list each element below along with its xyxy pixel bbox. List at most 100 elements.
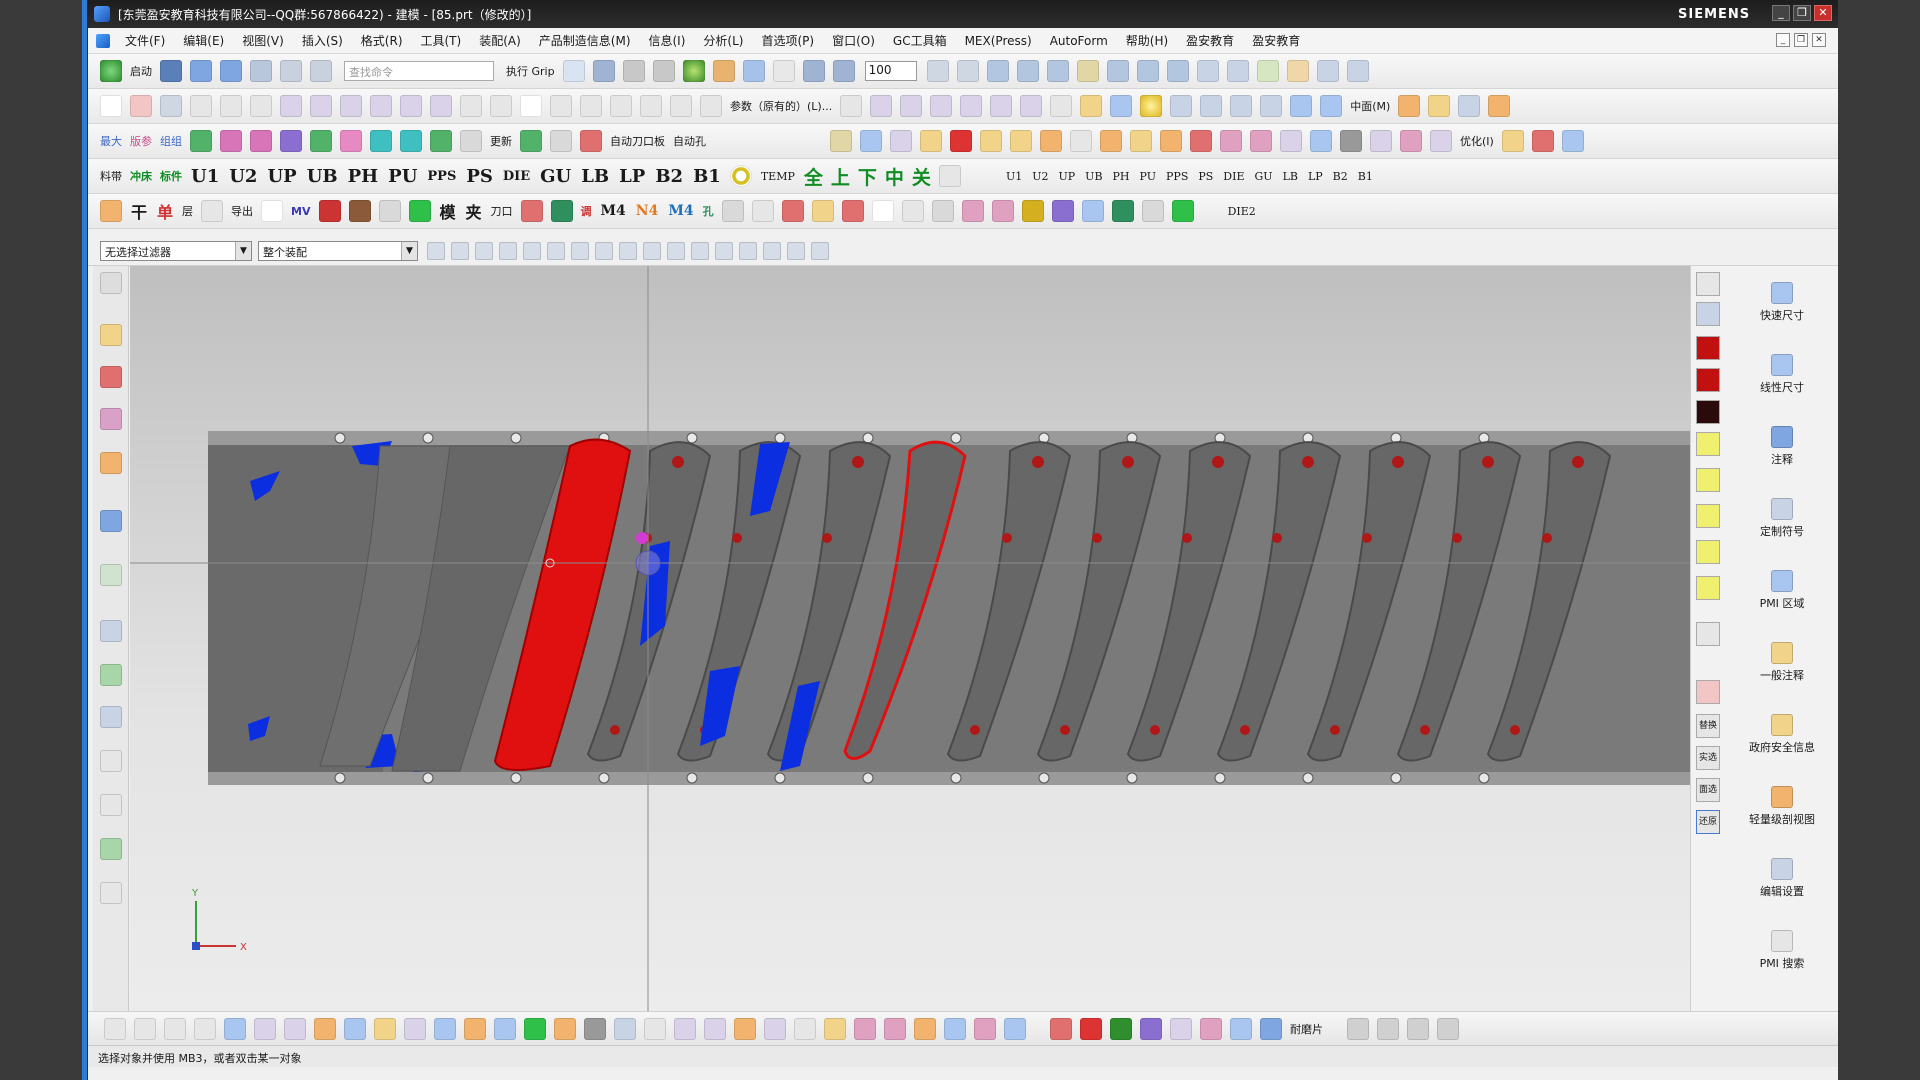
paste-icon[interactable] (310, 60, 332, 82)
close-button[interactable]: ✕ (1814, 5, 1832, 21)
die-icon-6[interactable] (340, 130, 362, 152)
menu-file[interactable]: 文件(F) (116, 32, 174, 49)
measure-icon[interactable] (986, 60, 1009, 82)
bottom-tool-icon-2[interactable] (704, 1017, 726, 1040)
small-lp-button[interactable]: LP (1308, 170, 1323, 183)
cone-icon[interactable] (1170, 95, 1193, 117)
bottom-comb-icon[interactable] (194, 1017, 216, 1040)
custom-symbol-item[interactable]: 定制符号 (1727, 498, 1837, 539)
box-icon[interactable] (1080, 95, 1103, 117)
bottom-tool-icon-17[interactable] (1230, 1017, 1252, 1040)
spring-icon[interactable] (1141, 200, 1164, 222)
menu-help[interactable]: 帮助(H) (1117, 32, 1177, 49)
cylinder-icon[interactable] (1110, 95, 1133, 117)
graphics-window[interactable]: X Y (130, 266, 1690, 1011)
process-icon[interactable] (1286, 60, 1309, 82)
show-middle-button[interactable]: 中 (885, 163, 904, 190)
shading-icon[interactable] (712, 60, 735, 82)
ruler-icon[interactable] (1226, 60, 1249, 82)
menu-edit[interactable]: 编辑(E) (174, 32, 233, 49)
fillet-icon[interactable] (580, 95, 602, 117)
transform-icon[interactable] (1076, 60, 1099, 82)
tool-icon-23[interactable] (1531, 130, 1554, 152)
spline-icon[interactable] (670, 95, 692, 117)
strip-red-icon-1[interactable] (1696, 336, 1720, 360)
tool-icon-9[interactable] (1070, 130, 1092, 152)
die-icon-13[interactable] (580, 130, 602, 152)
bottom-tool-icon-15[interactable] (1170, 1017, 1192, 1040)
menu-app-icon[interactable] (96, 33, 110, 48)
bottom-tool-icon-13[interactable] (1050, 1017, 1072, 1040)
plate-pps-button[interactable]: PPS (427, 169, 456, 184)
params-button[interactable]: 参数（原有的）(L)... (730, 98, 832, 114)
purple-tool-icon[interactable] (1051, 200, 1074, 222)
general-note-item[interactable]: 一般注释 (1727, 642, 1837, 683)
cut-plate-icon[interactable] (751, 200, 774, 222)
move-icon[interactable] (1046, 60, 1069, 82)
plate-ph-button[interactable]: PH (348, 166, 379, 187)
curve-icon[interactable] (640, 95, 662, 117)
tool-icon-6[interactable] (980, 130, 1002, 152)
bottom-tool-icon-18[interactable] (1260, 1017, 1282, 1040)
bottom-gray-icon-4[interactable] (1437, 1017, 1459, 1040)
palette-icon[interactable] (100, 882, 122, 904)
save-icon[interactable] (160, 60, 182, 82)
sheet-icon-3[interactable] (1458, 95, 1481, 117)
tool-icon-4[interactable] (920, 130, 942, 152)
history-icon[interactable] (100, 620, 122, 642)
tool-icon-15[interactable] (1250, 130, 1272, 152)
strip-gray-icon[interactable] (1696, 622, 1720, 646)
bottom-green-icon[interactable] (524, 1017, 546, 1040)
tool-icon-16[interactable] (1280, 130, 1302, 152)
bottom-gray-icon-3[interactable] (1407, 1017, 1429, 1040)
menu-yingan-2[interactable]: 盈安教育 (1243, 32, 1309, 49)
command-search-input[interactable]: 查找命令 (344, 61, 494, 81)
midsurface-button[interactable]: 中面(M) (1350, 98, 1390, 114)
curve-edit-icon[interactable] (840, 95, 863, 117)
plate-icon[interactable] (520, 200, 543, 222)
system-scene-icon[interactable] (100, 838, 122, 860)
snap-plus-icon[interactable] (739, 241, 757, 260)
pink-tool-icon-2[interactable] (991, 200, 1014, 222)
revolve-icon[interactable] (310, 95, 332, 117)
dry-button[interactable]: 干 (131, 199, 147, 223)
strip-dark-icon[interactable] (1696, 400, 1720, 424)
dimension-icon[interactable] (1196, 60, 1219, 82)
bottom-cross-icon[interactable] (614, 1017, 636, 1040)
snap-icon[interactable] (802, 60, 825, 82)
wear-plate-button[interactable]: 耐磨片 (1290, 1021, 1323, 1037)
tool-icon-22[interactable] (1501, 130, 1524, 152)
small-pu-button[interactable]: PU (1140, 170, 1156, 183)
view-icon-1[interactable] (926, 60, 949, 82)
small-u1-button[interactable]: U1 (1006, 170, 1022, 183)
arrow-up-icon[interactable] (130, 95, 152, 117)
material-icon[interactable] (1316, 60, 1339, 82)
yellow-tool-icon[interactable] (811, 200, 834, 222)
sphere-icon[interactable] (1140, 95, 1163, 117)
plate-ps-button[interactable]: PS (466, 166, 493, 187)
snap-tangent-icon[interactable] (763, 241, 781, 260)
small-up-button[interactable]: UP (1059, 170, 1076, 183)
mold-button[interactable]: 模 (440, 199, 456, 223)
strip-yellow-icon-5[interactable] (1696, 576, 1720, 600)
bottom-book-icon[interactable] (1110, 1017, 1132, 1040)
check-icon[interactable] (201, 200, 224, 222)
snap-midpoint-icon[interactable] (619, 241, 637, 260)
zoom-field[interactable]: 100 (864, 61, 917, 81)
snap-center-icon[interactable] (715, 241, 733, 260)
plate-u2-button[interactable]: U2 (229, 166, 257, 187)
tool-icon-11[interactable] (1130, 130, 1152, 152)
boss-icon[interactable] (1230, 95, 1253, 117)
bottom-tool-icon-5[interactable] (794, 1017, 816, 1040)
shell-icon[interactable] (1320, 95, 1343, 117)
plate-ub-button[interactable]: UB (307, 166, 338, 187)
show-all-button[interactable]: 全 (804, 163, 823, 190)
bottom-tool-icon-11[interactable] (974, 1017, 996, 1040)
constraint-navigator-icon[interactable] (100, 366, 122, 388)
rotate-icon[interactable] (318, 200, 341, 222)
csys-icon[interactable] (832, 60, 855, 82)
real-icon[interactable] (1256, 60, 1279, 82)
cutting-edge-button[interactable]: 刀口 (491, 203, 513, 219)
snap-curve-icon[interactable] (667, 241, 685, 260)
circle-icon[interactable] (220, 95, 242, 117)
